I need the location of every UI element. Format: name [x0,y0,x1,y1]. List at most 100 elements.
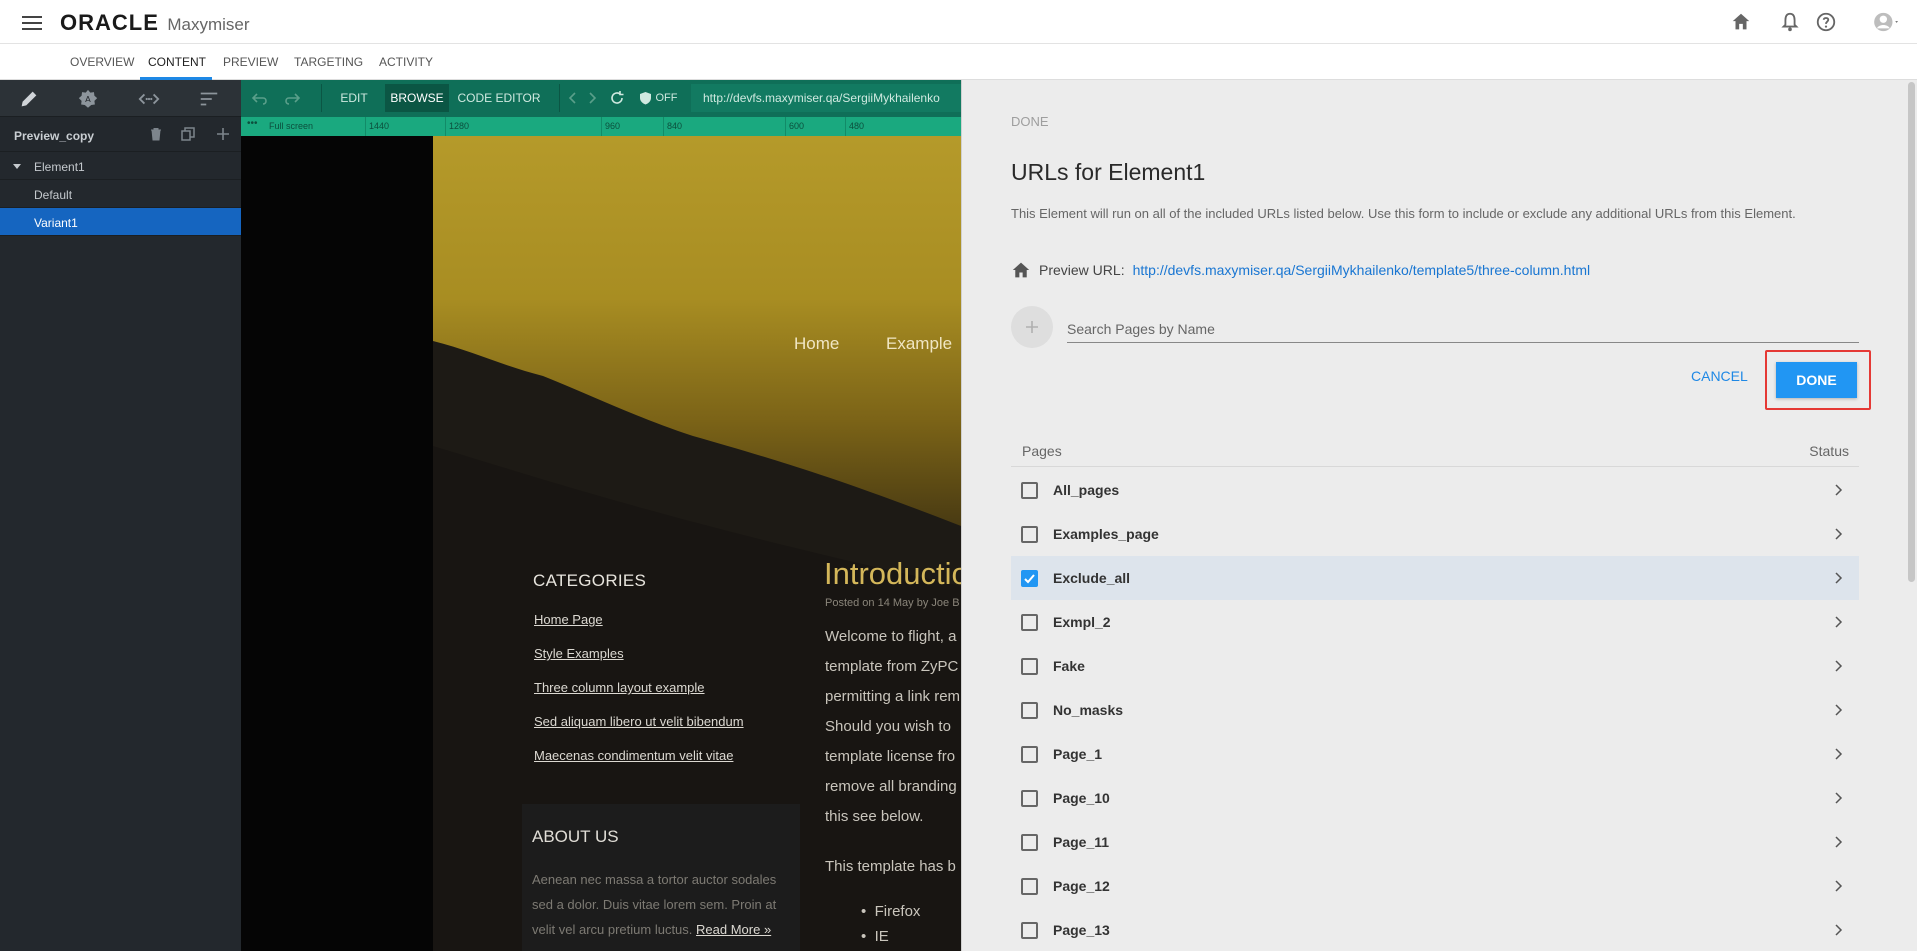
page-row[interactable]: Page_13 [1011,908,1859,951]
page-row[interactable]: Page_11 [1011,820,1859,864]
user-avatar-icon[interactable] [1872,11,1902,33]
pencil-icon[interactable] [18,88,40,110]
page-row[interactable]: All_pages [1011,468,1859,512]
page-name: No_masks [1053,702,1124,718]
ruler-menu-icon[interactable]: ••• [247,118,258,129]
variant-row-variant1[interactable]: Variant1 [0,208,241,236]
home-icon[interactable] [1730,11,1752,33]
page-row[interactable]: Examples_page [1011,512,1859,556]
page-checkbox[interactable] [1021,614,1038,631]
cancel-button[interactable]: CANCEL [1691,362,1748,390]
add-page-button[interactable] [1011,306,1053,348]
page-row[interactable]: Exmpl_2 [1011,600,1859,644]
page-name: Page_11 [1053,834,1110,850]
page-checkbox[interactable] [1021,526,1038,543]
chevron-right-icon[interactable] [1831,879,1845,893]
preview-url-row: Preview URL: http://devfs.maxymiser.qa/S… [1011,260,1590,280]
page-checkbox[interactable] [1021,746,1038,763]
tab-activity[interactable]: ACTIVITY [379,55,433,69]
pages-list: All_pages Examples_page Exclude_all Exmp… [1011,468,1859,951]
tab-overview[interactable]: OVERVIEW [70,55,134,69]
category-link[interactable]: Three column layout example [534,680,705,695]
page-row[interactable]: Fake [1011,644,1859,688]
chevron-right-icon[interactable] [1831,571,1845,585]
svg-text:A: A [85,94,91,104]
ruler-label[interactable]: 1280 [449,121,469,131]
shield-label: OFF [655,92,678,104]
back-arrow-icon[interactable] [567,90,579,106]
category-link[interactable]: Home Page [534,612,603,627]
done-button[interactable]: DONE [1776,362,1857,398]
category-link[interactable]: Maecenas condimentum velit vitae [534,748,733,763]
element-row[interactable]: Element1 [0,152,241,180]
variant-label: Variant1 [34,216,78,230]
page-checkbox[interactable] [1021,834,1038,851]
ruler-tick [445,117,446,136]
undo-icon[interactable] [251,90,269,106]
ruler-label[interactable]: 1440 [369,121,389,131]
site-nav-examples[interactable]: Example [886,334,952,354]
trash-icon[interactable] [149,127,163,141]
chevron-right-icon[interactable] [1831,791,1845,805]
tab-targeting[interactable]: TARGETING [294,55,363,69]
preview-row: Preview_copy [0,117,241,152]
url-field[interactable]: http://devfs.maxymiser.qa/SergiiMykhaile… [691,84,961,112]
edit-button[interactable]: EDIT [325,84,383,112]
chevron-right-icon[interactable] [1831,659,1845,673]
bell-icon[interactable] [1779,11,1801,33]
panel-scrollbar[interactable] [1908,82,1915,582]
help-icon[interactable] [1815,11,1837,33]
category-link[interactable]: Sed aliquam libero ut velit bibendum [534,714,744,729]
forward-arrow-icon[interactable] [586,90,598,106]
chevron-right-icon[interactable] [1831,835,1845,849]
about-us-heading: ABOUT US [532,827,619,846]
read-more-link[interactable]: Read More » [696,922,771,937]
redo-icon[interactable] [283,90,301,106]
page-checkbox-checked[interactable] [1021,570,1038,587]
preview-name[interactable]: Preview_copy [14,129,94,143]
search-pages-input[interactable] [1067,315,1859,343]
shield-toggle[interactable]: OFF [633,84,683,112]
page-checkbox[interactable] [1021,658,1038,675]
code-arrows-icon[interactable] [138,88,160,110]
page-row[interactable]: Page_12 [1011,864,1859,908]
page-row-selected[interactable]: Exclude_all [1011,556,1859,600]
done-link-top[interactable]: DONE [1011,114,1049,129]
ruler-label[interactable]: 960 [605,121,620,131]
hamburger-menu-icon[interactable] [22,13,42,31]
code-editor-button[interactable]: CODE EDITOR [451,84,547,112]
page-checkbox[interactable] [1021,482,1038,499]
browse-button[interactable]: BROWSE [385,84,449,112]
copy-icon[interactable] [181,127,195,141]
sort-lines-icon[interactable] [198,88,220,110]
page-row[interactable]: No_masks [1011,688,1859,732]
page-checkbox[interactable] [1021,922,1038,939]
page-row[interactable]: Page_10 [1011,776,1859,820]
preview-url-link[interactable]: http://devfs.maxymiser.qa/SergiiMykhaile… [1133,262,1591,278]
caret-down-icon[interactable] [13,164,21,169]
ruler-label[interactable]: 600 [789,121,804,131]
page-checkbox[interactable] [1021,702,1038,719]
ruler-label[interactable]: 840 [667,121,682,131]
tab-content[interactable]: CONTENT [148,55,206,69]
ruler-label[interactable]: Full screen [269,121,313,131]
page-checkbox[interactable] [1021,878,1038,895]
chevron-right-icon[interactable] [1831,703,1845,717]
ruler-label[interactable]: 480 [849,121,864,131]
add-icon[interactable] [216,127,230,141]
site-nav-home[interactable]: Home [794,334,839,354]
variant-row-default[interactable]: Default [0,180,241,208]
action-badge-icon[interactable]: A [77,88,99,110]
chevron-right-icon[interactable] [1831,747,1845,761]
variant-label: Default [34,188,73,202]
page-checkbox[interactable] [1021,790,1038,807]
tab-preview[interactable]: PREVIEW [223,55,278,69]
refresh-icon[interactable] [609,90,625,106]
page-row[interactable]: Page_1 [1011,732,1859,776]
chevron-right-icon[interactable] [1831,483,1845,497]
chevron-right-icon[interactable] [1831,527,1845,541]
chevron-right-icon[interactable] [1831,923,1845,937]
category-link[interactable]: Style Examples [534,646,624,661]
page-name: All_pages [1053,482,1120,498]
chevron-right-icon[interactable] [1831,615,1845,629]
